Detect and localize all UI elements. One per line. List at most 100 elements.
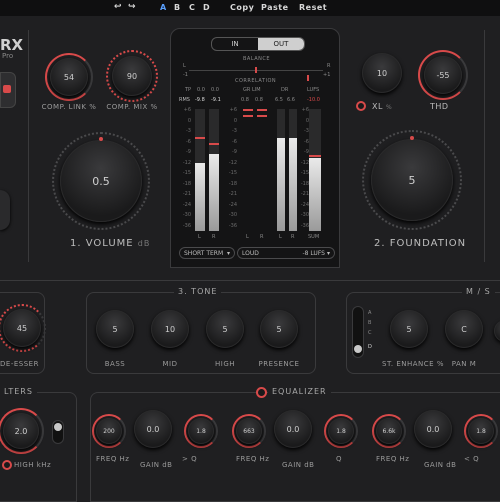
- corr-max: +1: [323, 72, 331, 78]
- scale-tick: -6: [304, 138, 309, 145]
- scale-tick: -12: [182, 159, 191, 166]
- comp-link-knob[interactable]: 54: [50, 58, 88, 96]
- gr-l-label: L: [246, 234, 249, 240]
- eq1-gain-knob[interactable]: 0.0: [134, 410, 172, 448]
- eq1-q-knob[interactable]: 1.8: [188, 418, 214, 444]
- peak-l-hold: [195, 137, 205, 139]
- eq2-freq-knob[interactable]: 663: [236, 418, 262, 444]
- filter-high-toggle[interactable]: [2, 460, 12, 470]
- volume-indicator: [99, 137, 103, 141]
- preset-b-button[interactable]: B: [174, 3, 181, 12]
- foundation-knob[interactable]: 5: [371, 139, 453, 221]
- scale-tick: -9: [304, 149, 309, 155]
- dr-l: 6.5: [275, 97, 283, 103]
- eq2-q-label: Q: [336, 455, 343, 463]
- bass-label: BASS: [104, 360, 126, 368]
- balance-l: L: [183, 63, 186, 69]
- lufs-label: LUFS: [307, 87, 320, 93]
- eq1-q-label: > Q: [182, 455, 198, 463]
- preset-c-button[interactable]: C: [189, 3, 195, 12]
- reset-button[interactable]: Reset: [299, 3, 327, 12]
- eq3-q-knob[interactable]: 1.8: [468, 418, 494, 444]
- gr-lim-l-bar: [243, 109, 253, 111]
- filter-high-knob[interactable]: 2.0: [3, 413, 39, 449]
- comp-link-value: 54: [63, 72, 75, 82]
- dr-l-label: L: [279, 234, 282, 240]
- scale-tick: -24: [182, 201, 191, 208]
- filter-slope-switch[interactable]: [52, 420, 64, 444]
- rms-l: -9.8: [195, 97, 205, 103]
- eq2-gain-knob[interactable]: 0.0: [274, 410, 312, 448]
- presence-label: PRESENCE: [258, 360, 300, 368]
- peak-l-bar: [195, 163, 205, 231]
- volume-knob[interactable]: 0.5: [60, 140, 142, 222]
- st-enhance-knob[interactable]: 5: [390, 310, 428, 348]
- in-out-switch[interactable]: IN OUT: [211, 37, 305, 51]
- paste-button[interactable]: Paste: [261, 3, 289, 12]
- scale-tick: -36: [300, 222, 309, 229]
- high-knob[interactable]: 5: [206, 310, 244, 348]
- eq2-q-knob[interactable]: 1.8: [328, 418, 354, 444]
- eq2-freq-label: FREQ Hz: [236, 455, 270, 463]
- comp-mix-knob[interactable]: 90: [112, 56, 152, 96]
- bass-knob[interactable]: 5: [96, 310, 134, 348]
- scale-tick: -24: [300, 201, 309, 208]
- ms-mode-switch[interactable]: [352, 306, 364, 358]
- eq1-gain-label: GAIN dB: [140, 461, 173, 469]
- short-term-select[interactable]: SHORT TERM ▾: [179, 247, 235, 259]
- power-button[interactable]: [0, 72, 16, 108]
- tab-out[interactable]: OUT: [258, 38, 304, 50]
- ms-mode-b[interactable]: B: [368, 320, 371, 326]
- ms-mode-c[interactable]: C: [368, 330, 372, 336]
- deesser-value: 45: [16, 323, 28, 333]
- tab-in[interactable]: IN: [212, 38, 258, 50]
- thd-knob[interactable]: -55: [424, 56, 462, 94]
- ms-title: M / S: [462, 287, 495, 296]
- peak-l-label: L: [198, 234, 201, 240]
- rms-label: RMS: [179, 97, 190, 103]
- comp-mix-value: 90: [126, 71, 138, 81]
- sum-label: SUM: [308, 234, 320, 240]
- ms-mode-thumb: [354, 345, 362, 353]
- scale-tick: -12: [300, 159, 309, 166]
- presence-knob[interactable]: 5: [260, 310, 298, 348]
- dr-r: 6.6: [287, 97, 295, 103]
- pan-knob[interactable]: C: [445, 310, 483, 348]
- preset-a-button[interactable]: A: [160, 3, 167, 12]
- xl-toggle[interactable]: [356, 101, 366, 111]
- preset-d-button[interactable]: D: [203, 3, 210, 12]
- equalizer-toggle[interactable]: [256, 387, 267, 398]
- scale-tick: -30: [300, 212, 309, 218]
- lufs-value: -10.0: [307, 97, 320, 103]
- sum-target-marker: [309, 155, 321, 157]
- scale-tick: -12: [228, 159, 237, 166]
- filter-slope-thumb: [54, 423, 62, 431]
- brand-subtitle: Pro: [2, 52, 14, 60]
- scale-tick: -6: [186, 138, 191, 145]
- eq2-gain-label: GAIN dB: [282, 461, 315, 469]
- loud-select[interactable]: LOUD -8 LUFS ▾: [237, 247, 335, 259]
- undo-icon[interactable]: ↩: [114, 2, 122, 12]
- eq3-freq-knob[interactable]: 6.6k: [376, 418, 402, 444]
- ms-mode-a[interactable]: A: [368, 310, 371, 316]
- balance-marker: [255, 67, 257, 73]
- scale-tick: -15: [182, 170, 191, 176]
- copy-button[interactable]: Copy: [230, 3, 254, 12]
- scale-tick: -30: [228, 212, 237, 218]
- gr-r-label: R: [260, 234, 264, 240]
- deesser-knob[interactable]: 45: [3, 309, 41, 347]
- scale-tick: -15: [228, 170, 237, 176]
- scale-tick: -9: [232, 149, 237, 155]
- gr-lim-r: 0.8: [255, 97, 263, 103]
- redo-icon[interactable]: ↪: [128, 2, 136, 12]
- power-indicator: [3, 85, 11, 93]
- chevron-down-icon: ▾: [326, 249, 330, 257]
- eq3-gain-knob[interactable]: 0.0: [414, 410, 452, 448]
- mid-knob[interactable]: 10: [151, 310, 189, 348]
- ms-mode-d[interactable]: D: [368, 344, 372, 350]
- scale-tick: -18: [300, 180, 309, 187]
- correlation-marker: [307, 75, 309, 81]
- left-edge-knob[interactable]: [0, 190, 10, 230]
- eq1-freq-knob[interactable]: 200: [96, 418, 122, 444]
- xl-knob[interactable]: 10: [362, 53, 402, 93]
